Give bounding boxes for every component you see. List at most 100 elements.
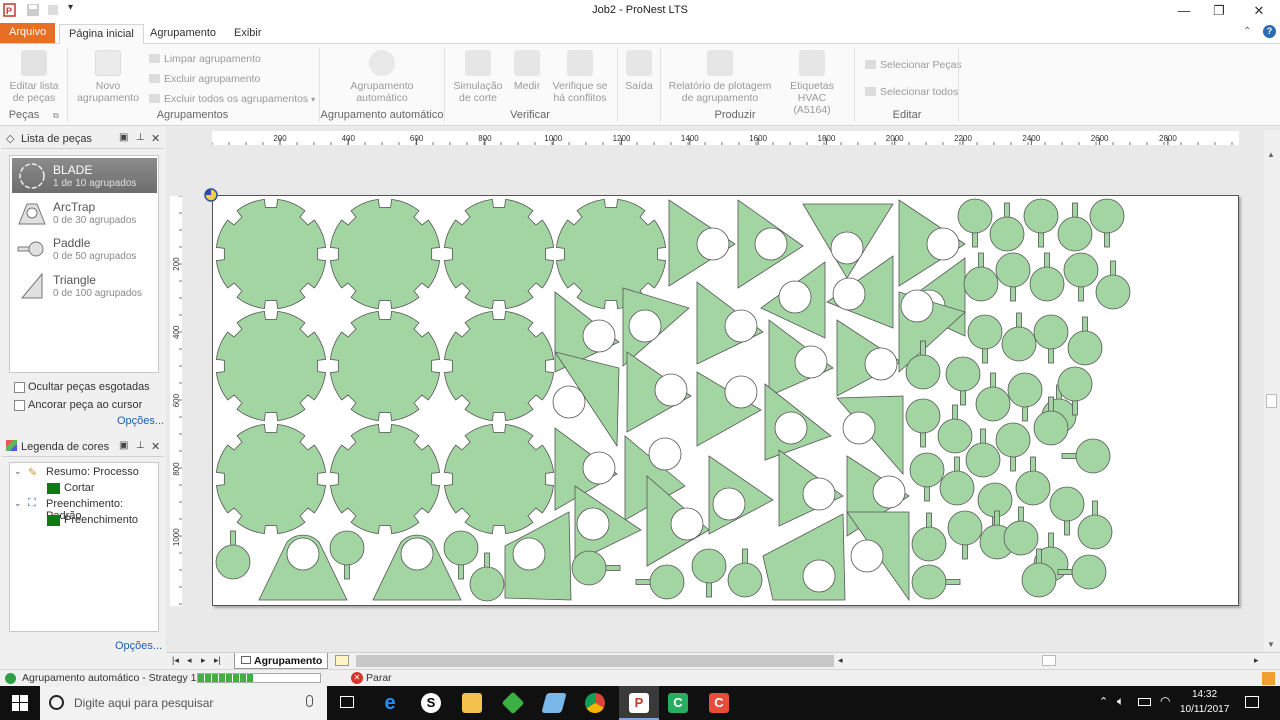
blade-part[interactable] <box>329 198 441 310</box>
paddle-part[interactable] <box>329 530 365 580</box>
paddle-part[interactable] <box>1029 252 1065 302</box>
sheet-tab[interactable]: Agrupamento 1 <box>234 653 328 679</box>
paddle-part[interactable] <box>937 404 973 454</box>
paddle-part[interactable] <box>975 372 1011 422</box>
scroll-up-icon[interactable]: ▲ <box>1267 150 1275 159</box>
new-nest-button[interactable]: Novo agrupamento <box>74 50 142 104</box>
chrome-icon[interactable] <box>585 693 605 713</box>
paddle-part[interactable] <box>945 356 981 406</box>
show-hidden-icons-icon[interactable]: ⌃ <box>1099 695 1108 708</box>
paddle-part[interactable] <box>967 314 1003 364</box>
list-item[interactable]: ArcTrap 0 de 30 agrupados <box>12 195 157 230</box>
delete-all-nests-button[interactable]: Excluir todos os agrupamentos ▾ <box>149 93 315 105</box>
clear-nest-button[interactable]: Limpar agrupamento <box>149 53 261 65</box>
last-sheet-icon[interactable]: ▸| <box>214 655 221 666</box>
tab-pagina-inicial[interactable]: Página inicial <box>59 24 144 45</box>
select-parts-button[interactable]: Selecionar Peças <box>865 59 962 71</box>
windows-start-icon[interactable] <box>12 695 28 711</box>
anchor-part-checkbox[interactable] <box>14 400 25 411</box>
battery-icon[interactable] <box>1138 698 1151 706</box>
panel-close-icon[interactable]: ✕ <box>151 440 160 453</box>
auto-nest-button[interactable]: Agrupamento automático <box>344 50 420 104</box>
paddle-part[interactable] <box>911 564 961 600</box>
stop-icon[interactable]: ✕ <box>351 672 363 684</box>
maximize-button[interactable]: ❐ <box>1199 0 1239 22</box>
list-item[interactable]: Paddle 0 de 50 agrupados <box>12 231 157 266</box>
paddle-part[interactable] <box>1023 198 1059 248</box>
tab-agrupamento[interactable]: Agrupamento <box>141 24 225 44</box>
hide-exhausted-checkbox[interactable] <box>14 382 25 393</box>
edge-icon[interactable]: e <box>380 693 400 713</box>
paddle-part[interactable] <box>1003 506 1039 556</box>
blade-part[interactable] <box>443 423 555 535</box>
minimize-button[interactable]: — <box>1164 0 1204 22</box>
h-scroll-thumb[interactable] <box>1042 655 1056 666</box>
action-center-icon[interactable] <box>1245 696 1259 708</box>
blade-part[interactable] <box>555 198 667 310</box>
edit-parts-list-button[interactable]: Editar lista de peças <box>6 50 62 104</box>
delete-nest-button[interactable]: Excluir agrupamento <box>149 73 260 85</box>
paddle-part[interactable] <box>1033 314 1069 364</box>
microphone-icon[interactable] <box>306 695 313 707</box>
scroll-down-icon[interactable]: ▼ <box>1267 640 1275 649</box>
scroll-thumb[interactable] <box>1266 394 1277 408</box>
list-item[interactable]: BLADE 1 de 10 agrupados <box>12 158 157 193</box>
paddle-part[interactable] <box>691 548 727 598</box>
paddle-part[interactable] <box>1007 372 1043 422</box>
paddle-part[interactable] <box>1061 438 1111 474</box>
close-button[interactable]: ✕ <box>1239 0 1279 22</box>
scroll-right-icon[interactable]: ▸ <box>1254 655 1259 666</box>
legend-options-link[interactable]: Opções... <box>115 640 162 652</box>
help-icon[interactable]: ? <box>1263 25 1276 38</box>
wifi-icon[interactable]: ◠ <box>1160 694 1170 708</box>
clock-date[interactable]: 10/11/2017 <box>1180 704 1229 715</box>
dialog-launcher-icon[interactable]: ⧉ <box>53 111 59 121</box>
paddle-part[interactable] <box>469 552 505 602</box>
nest-plot-report-button[interactable]: Relatório de plotagem de agrupamento <box>668 50 772 104</box>
search-box[interactable]: Digite aqui para pesquisar <box>40 686 327 720</box>
tab-arquivo[interactable]: Arquivo <box>0 23 56 43</box>
triangle-part[interactable] <box>762 513 846 601</box>
next-sheet-icon[interactable]: ▸ <box>201 655 206 666</box>
app-c-red-icon[interactable]: C <box>709 693 729 713</box>
expand-icon[interactable]: ⌄ <box>14 466 22 477</box>
paddle-part[interactable] <box>1063 252 1099 302</box>
paddle-part[interactable] <box>571 550 621 586</box>
paddle-part[interactable] <box>911 512 947 562</box>
panel-pin-icon[interactable]: ⊥ <box>136 440 145 451</box>
first-sheet-icon[interactable]: |◂ <box>172 655 179 666</box>
paddle-part[interactable] <box>995 252 1031 302</box>
paddle-part[interactable] <box>635 564 685 600</box>
paddle-part[interactable] <box>995 422 1031 472</box>
blade-part[interactable] <box>215 198 327 310</box>
paddle-part[interactable] <box>727 548 763 598</box>
blade-part[interactable] <box>215 423 327 535</box>
measure-button[interactable]: Medir <box>510 50 544 92</box>
blade-part[interactable] <box>443 198 555 310</box>
app-c-green-icon[interactable]: C <box>668 693 688 713</box>
paddle-part[interactable] <box>905 398 941 448</box>
panel-float-icon[interactable]: ▣ <box>119 440 128 451</box>
check-conflicts-button[interactable]: Verifique se há conflitos <box>550 50 610 104</box>
nest-sheet[interactable] <box>212 195 1239 606</box>
paddle-part[interactable] <box>947 510 983 560</box>
blade-part[interactable] <box>329 310 441 422</box>
scroll-left-icon[interactable]: ◂ <box>838 655 843 666</box>
tab-exibir[interactable]: Exibir <box>225 24 271 44</box>
stop-button[interactable]: Parar <box>366 672 392 684</box>
file-explorer-icon[interactable] <box>462 693 482 713</box>
cut-simulation-button[interactable]: Simulação de corte <box>451 50 505 104</box>
prev-sheet-icon[interactable]: ◂ <box>187 655 192 666</box>
nested-parts[interactable] <box>213 196 1240 607</box>
volume-icon[interactable]: 🔈︎ <box>1117 694 1124 709</box>
select-all-button[interactable]: Selecionar todos <box>865 86 958 98</box>
collapse-ribbon-icon[interactable]: ⌃ <box>1243 26 1251 37</box>
blade-part[interactable] <box>443 310 555 422</box>
panel-close-icon[interactable]: ✕ <box>151 132 160 145</box>
vertical-scrollbar[interactable]: ▲ ▼ <box>1264 130 1280 652</box>
paddle-part[interactable] <box>989 202 1025 252</box>
new-sheet-icon[interactable] <box>335 655 349 666</box>
panel-float-icon[interactable]: ▣ <box>119 132 128 143</box>
paddle-part[interactable] <box>443 530 479 580</box>
hvac-labels-button[interactable]: Etiquetas HVAC (A5164) <box>778 50 846 116</box>
